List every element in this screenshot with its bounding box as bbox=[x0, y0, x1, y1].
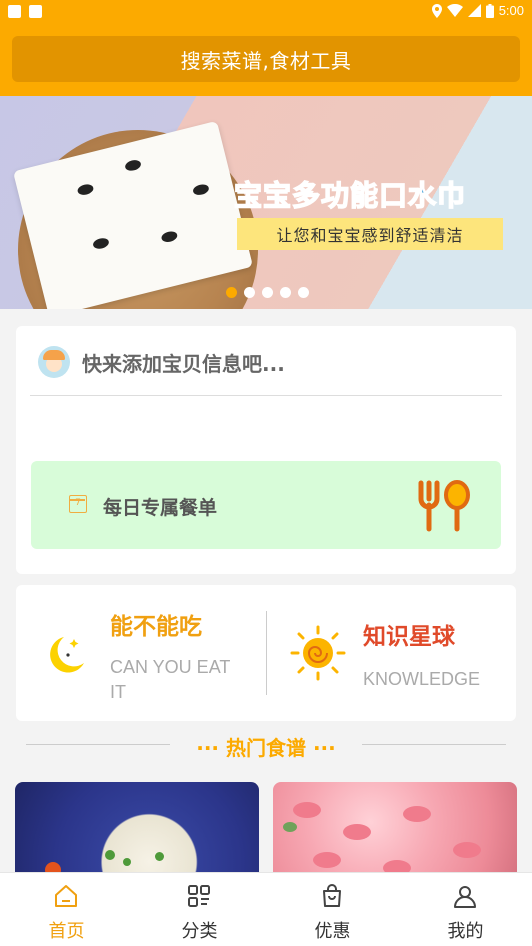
search-input[interactable]: 搜索菜谱,食材工具 bbox=[12, 36, 520, 82]
recipe-card[interactable] bbox=[15, 782, 259, 882]
banner-title: 宝宝多功能口水巾 bbox=[233, 178, 467, 213]
baby-info-card: 快来添加宝贝信息吧... 7 每日专属餐单 bbox=[16, 326, 516, 574]
photo-notification-icon bbox=[29, 5, 42, 18]
location-icon bbox=[431, 3, 442, 18]
search-placeholder: 搜索菜谱,食材工具 bbox=[180, 48, 352, 73]
signal-icon bbox=[467, 4, 481, 17]
battery-icon bbox=[485, 3, 494, 18]
add-baby-info-row[interactable]: 快来添加宝贝信息吧... bbox=[38, 346, 285, 378]
tab-label: 首页 bbox=[48, 921, 85, 942]
tab-profile[interactable]: 我的 bbox=[399, 873, 532, 946]
calendar-day: 7 bbox=[75, 498, 81, 508]
divider bbox=[30, 395, 502, 396]
carousel-dot[interactable] bbox=[298, 287, 309, 298]
app-header: 搜索菜谱,食材工具 bbox=[0, 24, 532, 96]
baby-avatar-icon bbox=[38, 346, 70, 378]
tab-category[interactable]: 分类 bbox=[133, 873, 266, 946]
feature-separator bbox=[266, 611, 267, 695]
tab-deals[interactable]: 优惠 bbox=[266, 873, 399, 946]
status-bar: 5:00 bbox=[0, 0, 532, 24]
carousel-dot[interactable] bbox=[280, 287, 291, 298]
tab-label: 分类 bbox=[181, 921, 218, 942]
shopping-bag-icon bbox=[323, 884, 341, 907]
feature-subtitle: CAN YOU EAT IT bbox=[110, 657, 231, 702]
banner-subtitle: 让您和宝宝感到舒适清洁 bbox=[237, 218, 503, 250]
divider bbox=[362, 744, 506, 745]
bottom-tab-bar: 首页 分类 优惠 我的 bbox=[0, 872, 532, 946]
category-grid-icon bbox=[188, 885, 210, 907]
moon-stars-icon bbox=[50, 637, 84, 673]
calendar-icon: 7 bbox=[69, 495, 87, 513]
feature-title: 知识星球 bbox=[363, 624, 455, 650]
carousel-indicator bbox=[226, 287, 309, 298]
notification-icon bbox=[8, 5, 21, 18]
carousel-dot[interactable] bbox=[262, 287, 273, 298]
feature-card: 能不能吃 CAN YOU EAT IT 知识星球 KNOWLEDGE bbox=[16, 585, 516, 721]
wifi-icon bbox=[446, 4, 463, 17]
daily-menu-label: 每日专属餐单 bbox=[103, 497, 218, 519]
section-title: ··· 热门食谱 ··· bbox=[196, 736, 336, 760]
status-time: 5:00 bbox=[498, 3, 524, 18]
tab-home[interactable]: 首页 bbox=[0, 873, 133, 946]
hot-recipes-header: ··· 热门食谱 ··· bbox=[0, 730, 532, 760]
add-baby-prompt: 快来添加宝贝信息吧... bbox=[82, 351, 285, 376]
daily-menu-button[interactable]: 7 每日专属餐单 bbox=[31, 461, 501, 549]
tab-label: 优惠 bbox=[314, 921, 351, 942]
recipe-card[interactable] bbox=[273, 782, 517, 882]
user-icon bbox=[454, 886, 476, 908]
feature-subtitle: KNOWLEDGE bbox=[363, 669, 481, 689]
feature-title: 能不能吃 bbox=[110, 614, 202, 640]
tab-label: 我的 bbox=[447, 921, 484, 942]
banner-carousel[interactable]: 宝宝多功能口水巾 让您和宝宝感到舒适清洁 bbox=[0, 96, 532, 309]
carousel-dot[interactable] bbox=[244, 287, 255, 298]
fork-spoon-icon bbox=[418, 480, 470, 532]
home-icon bbox=[55, 885, 77, 907]
carousel-dot-active[interactable] bbox=[226, 287, 237, 298]
sun-swirl-icon bbox=[290, 625, 346, 681]
